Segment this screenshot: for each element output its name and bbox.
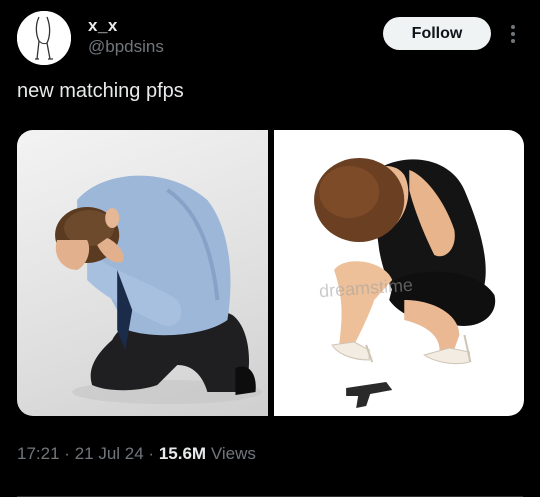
more-vertical-icon[interactable]	[503, 21, 523, 47]
author-avatar[interactable]	[17, 11, 71, 65]
views-count: 15.6M	[158, 444, 207, 463]
views-label: Views	[210, 444, 256, 463]
meta-separator: ·	[148, 444, 155, 463]
follow-button[interactable]: Follow	[383, 17, 491, 50]
meta-separator: ·	[64, 444, 70, 463]
media-image-left[interactable]	[17, 130, 268, 416]
woman-crouching-photo	[313, 158, 495, 408]
man-kneeling-photo	[55, 175, 263, 404]
media-image-right[interactable]: dreamstime	[273, 130, 524, 416]
author-display-name[interactable]: x_x	[88, 16, 118, 36]
tweet-text: new matching pfps	[17, 80, 184, 102]
sketch-avatar-icon	[17, 11, 71, 65]
tweet-meta: 17:21 · 21 Jul 24 · 15.6M Views	[17, 444, 256, 464]
author-handle[interactable]: @bpdsins	[88, 37, 164, 57]
tweet-time[interactable]: 17:21	[17, 444, 60, 463]
tweet-media[interactable]: dreamstime	[17, 130, 524, 416]
tweet-date[interactable]: 21 Jul 24	[75, 444, 144, 463]
